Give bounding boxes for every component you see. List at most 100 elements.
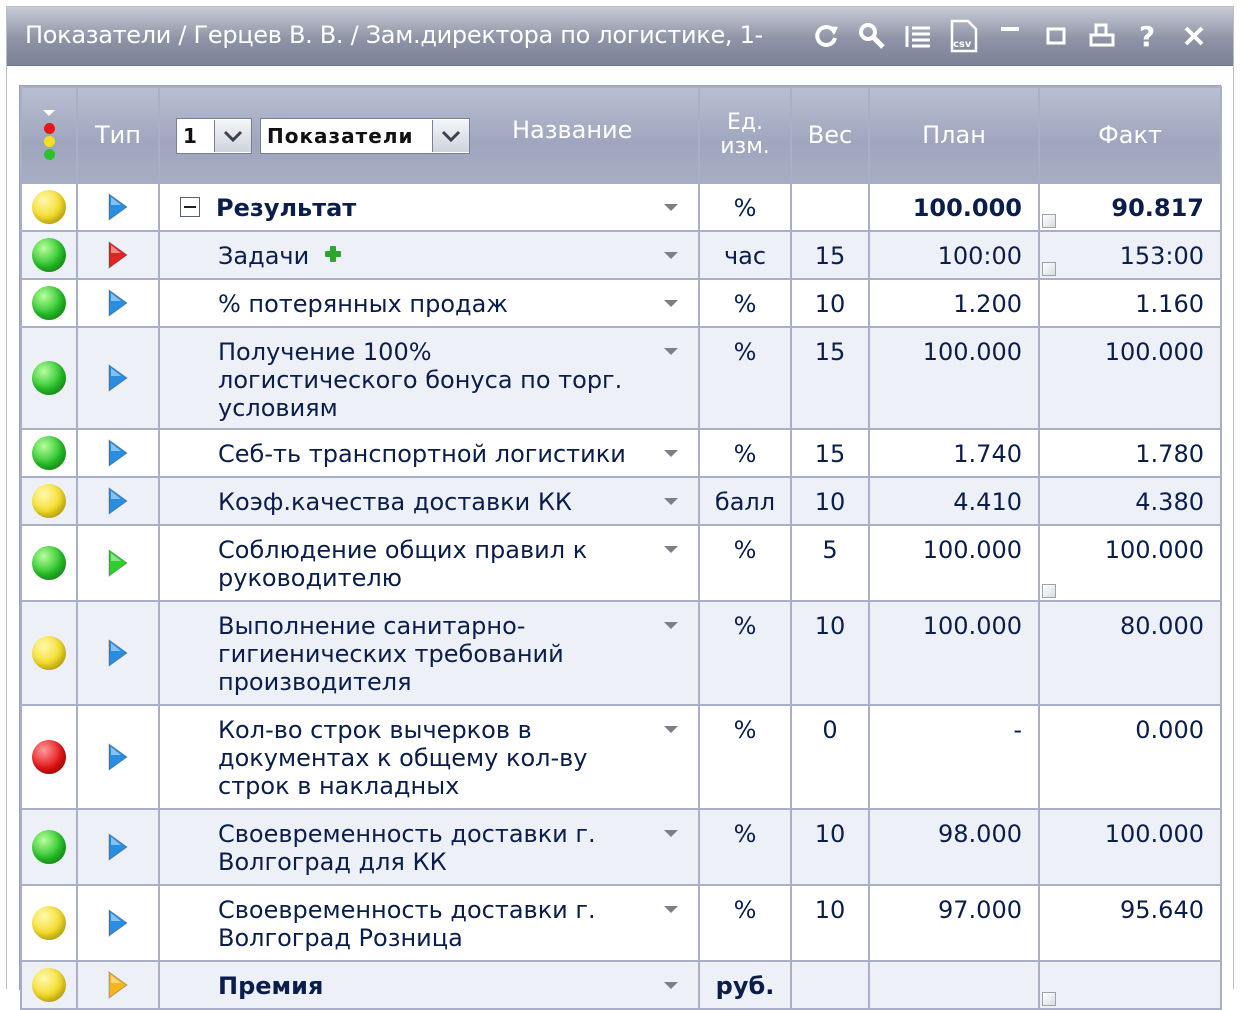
type-cell[interactable]: [76, 600, 160, 706]
row-dropdown-arrow-icon[interactable]: [664, 348, 678, 355]
indicator-name-cell[interactable]: Получение 100% логистического бонуса по …: [158, 326, 700, 430]
name-header-label[interactable]: Название: [512, 116, 632, 144]
indicator-name-cell[interactable]: Кол-во строк вычерков в документах к общ…: [158, 704, 700, 810]
fact-cell[interactable]: 1.160: [1038, 278, 1222, 328]
type-cell[interactable]: [76, 326, 160, 430]
fact-cell[interactable]: 1.780: [1038, 428, 1222, 478]
type-cell[interactable]: [76, 476, 160, 526]
table-row[interactable]: Выполнение санитарно-гигиенических требо…: [20, 600, 1222, 706]
type-cell[interactable]: [76, 230, 160, 280]
chevron-down-icon[interactable]: [214, 120, 251, 152]
indicator-name-cell[interactable]: Соблюдение общих правил к руководителю: [158, 524, 700, 602]
comment-corner-icon[interactable]: [1042, 584, 1056, 598]
indicator-name-cell[interactable]: Коэф.качества доставки КК: [158, 476, 700, 526]
fact-cell[interactable]: 90.817: [1038, 182, 1222, 232]
plan-cell[interactable]: 4.410: [868, 476, 1040, 526]
fact-cell[interactable]: 80.000: [1038, 600, 1222, 706]
table-row[interactable]: Кол-во строк вычерков в документах к общ…: [20, 704, 1222, 810]
indicator-name-cell[interactable]: % потерянных продаж: [158, 278, 700, 328]
collapse-toggle-icon[interactable]: [180, 197, 200, 217]
indicator-name-cell[interactable]: Премия: [158, 960, 700, 1010]
type-blue-arrow-icon[interactable]: [107, 192, 129, 222]
type-cell[interactable]: [76, 960, 160, 1010]
fact-cell[interactable]: [1038, 960, 1222, 1010]
row-dropdown-arrow-icon[interactable]: [664, 622, 678, 629]
type-cell[interactable]: [76, 428, 160, 478]
close-icon[interactable]: [1171, 17, 1217, 55]
type-cell[interactable]: [76, 808, 160, 886]
table-row[interactable]: Задачи час 15 100:00 153:00: [20, 230, 1222, 280]
plan-cell[interactable]: 98.000: [868, 808, 1040, 886]
plan-cell[interactable]: 100:00: [868, 230, 1040, 280]
type-cell[interactable]: [76, 704, 160, 810]
chevron-down-icon[interactable]: [432, 120, 469, 152]
table-row[interactable]: Соблюдение общих правил к руководителю% 5…: [20, 524, 1222, 602]
table-row[interactable]: Получение 100% логистического бонуса по …: [20, 326, 1222, 430]
fact-cell[interactable]: 100.000: [1038, 808, 1222, 886]
period-select[interactable]: 1: [176, 118, 252, 154]
fact-cell[interactable]: 100.000: [1038, 326, 1222, 430]
row-dropdown-arrow-icon[interactable]: [664, 204, 678, 211]
row-dropdown-arrow-icon[interactable]: [664, 450, 678, 457]
type-red-arrow-icon[interactable]: [107, 240, 129, 270]
row-dropdown-arrow-icon[interactable]: [664, 498, 678, 505]
table-row[interactable]: Своевременность доставки г. Волгоград Ро…: [20, 884, 1222, 962]
indicator-name-cell[interactable]: Результат: [158, 182, 700, 232]
type-blue-arrow-icon[interactable]: [107, 832, 129, 862]
fact-cell[interactable]: 153:00: [1038, 230, 1222, 280]
type-cell[interactable]: [76, 278, 160, 328]
type-blue-arrow-icon[interactable]: [107, 363, 129, 393]
row-dropdown-arrow-icon[interactable]: [664, 300, 678, 307]
group-select[interactable]: Показатели: [260, 118, 470, 154]
plan-cell[interactable]: 100.000: [868, 524, 1040, 602]
list-icon[interactable]: [895, 17, 941, 55]
type-blue-arrow-icon[interactable]: [107, 638, 129, 668]
comment-corner-icon[interactable]: [1042, 262, 1056, 276]
fact-cell[interactable]: 100.000: [1038, 524, 1222, 602]
plan-cell[interactable]: [868, 960, 1040, 1010]
comment-corner-icon[interactable]: [1042, 214, 1056, 228]
row-dropdown-arrow-icon[interactable]: [664, 726, 678, 733]
maximize-icon[interactable]: [1033, 17, 1079, 55]
plan-cell[interactable]: 97.000: [868, 884, 1040, 962]
plan-cell[interactable]: 100.000: [868, 600, 1040, 706]
indicator-name-cell[interactable]: Себ-ть транспортной логистики: [158, 428, 700, 478]
table-row[interactable]: Коэф.качества доставки КК балл 10 4.410 4.38…: [20, 476, 1222, 526]
type-green-arrow-icon[interactable]: [107, 548, 129, 578]
plan-cell[interactable]: 1.200: [868, 278, 1040, 328]
indicator-name-cell[interactable]: Задачи: [158, 230, 700, 280]
status-column-header[interactable]: [20, 86, 78, 184]
plan-cell[interactable]: -: [868, 704, 1040, 810]
type-orange-arrow-icon[interactable]: [107, 970, 129, 1000]
plan-cell[interactable]: 100.000: [868, 326, 1040, 430]
type-cell[interactable]: [76, 884, 160, 962]
fact-column-header[interactable]: Факт: [1038, 86, 1222, 184]
search-icon[interactable]: [849, 17, 895, 55]
indicator-name-cell[interactable]: Выполнение санитарно-гигиенических требо…: [158, 600, 700, 706]
plan-cell[interactable]: 100.000: [868, 182, 1040, 232]
type-blue-arrow-icon[interactable]: [107, 908, 129, 938]
row-dropdown-arrow-icon[interactable]: [664, 252, 678, 259]
fact-cell[interactable]: 95.640: [1038, 884, 1222, 962]
table-row[interactable]: Себ-ть транспортной логистики% 15 1.740 1.7…: [20, 428, 1222, 478]
table-row[interactable]: Премия руб.: [20, 960, 1222, 1010]
type-column-header[interactable]: Тип: [76, 86, 160, 184]
indicator-name-cell[interactable]: Своевременность доставки г. Волгоград дл…: [158, 808, 700, 886]
table-row[interactable]: Результат% 100.000 90.817: [20, 182, 1222, 232]
unit-column-header[interactable]: Ед. изм.: [698, 86, 792, 184]
fact-cell[interactable]: 4.380: [1038, 476, 1222, 526]
row-dropdown-arrow-icon[interactable]: [664, 830, 678, 837]
row-dropdown-arrow-icon[interactable]: [664, 546, 678, 553]
help-icon[interactable]: ?: [1125, 17, 1171, 55]
type-blue-arrow-icon[interactable]: [107, 486, 129, 516]
weight-column-header[interactable]: Вес: [790, 86, 870, 184]
type-cell[interactable]: [76, 182, 160, 232]
type-cell[interactable]: [76, 524, 160, 602]
fact-cell[interactable]: 0.000: [1038, 704, 1222, 810]
plan-column-header[interactable]: План: [868, 86, 1040, 184]
plan-cell[interactable]: 1.740: [868, 428, 1040, 478]
table-row[interactable]: % потерянных продаж% 10 1.200 1.160: [20, 278, 1222, 328]
csv-export-icon[interactable]: csv: [941, 17, 987, 55]
table-row[interactable]: Своевременность доставки г. Волгоград дл…: [20, 808, 1222, 886]
minimize-icon[interactable]: [987, 17, 1033, 55]
